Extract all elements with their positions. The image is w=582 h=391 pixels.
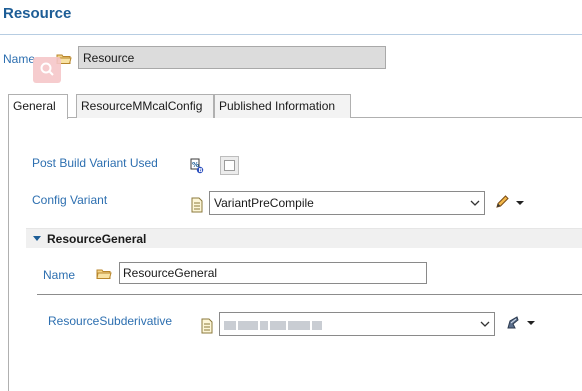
section-title: ResourceGeneral	[47, 232, 147, 246]
pencil-dropdown-arrow[interactable]	[516, 201, 524, 205]
editor-title: Resource	[3, 5, 72, 22]
folder-icon	[96, 268, 112, 280]
overlay-search-icon	[33, 57, 61, 83]
document-icon	[190, 197, 204, 213]
checkbox-box	[224, 160, 235, 171]
config-variant-label: Config Variant	[32, 193, 108, 207]
svg-text:B: B	[199, 168, 203, 174]
config-variant-value: VariantPreCompile	[214, 196, 314, 210]
chevron-down-icon	[470, 200, 480, 206]
header-divider	[0, 34, 582, 35]
post-build-variant-label: Post Build Variant Used	[32, 156, 158, 170]
link-icon[interactable]	[505, 315, 521, 331]
resource-subderivative-combo[interactable]	[219, 312, 495, 336]
name-label: Name	[3, 52, 36, 66]
resource-general-name-label: Name	[43, 268, 76, 282]
resource-subderivative-label: ResourceSubderivative	[48, 314, 173, 328]
variant-icon: % B	[190, 158, 204, 174]
tab-published-information[interactable]: Published Information	[214, 94, 351, 118]
document-icon	[200, 318, 214, 334]
post-build-variant-checkbox[interactable]	[220, 156, 239, 175]
pencil-icon[interactable]	[494, 194, 510, 210]
resource-general-section-header[interactable]: ResourceGeneral	[26, 228, 582, 248]
tab-general[interactable]: General	[8, 94, 68, 119]
link-dropdown-arrow[interactable]	[527, 321, 535, 325]
section-divider	[37, 294, 582, 295]
resource-general-name-input[interactable]: ResourceGeneral	[119, 262, 427, 284]
redacted-value	[224, 319, 328, 331]
config-variant-combo[interactable]: VariantPreCompile	[209, 191, 485, 215]
resource-name-field[interactable]: Resource	[78, 46, 386, 69]
chevron-down-icon	[480, 321, 490, 327]
tab-resource-mmcal-config[interactable]: ResourceMMcalConfig	[76, 94, 214, 118]
collapse-triangle-icon[interactable]	[33, 236, 41, 241]
